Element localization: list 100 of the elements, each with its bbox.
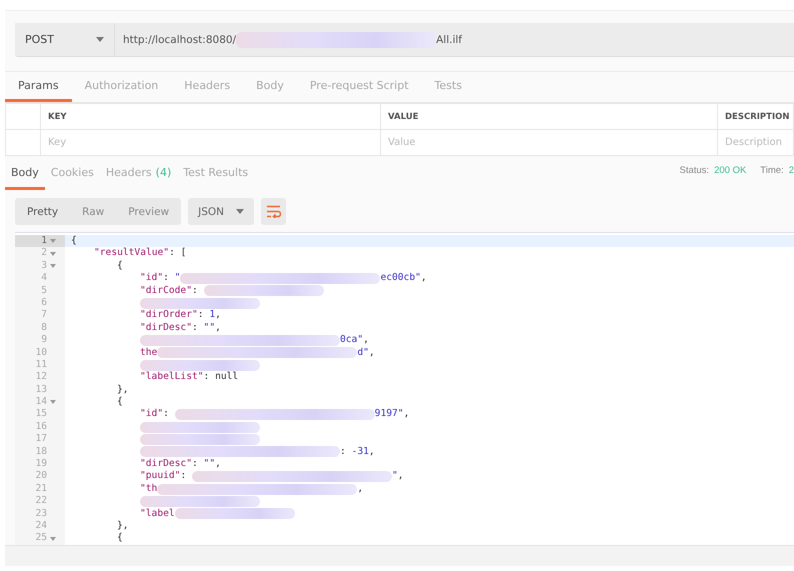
code-text: : [180, 470, 188, 483]
line-number: 14 [35, 396, 47, 408]
line-number: 25 [35, 532, 47, 545]
code-text: " [174, 272, 180, 285]
time-label: Time: [760, 165, 784, 176]
line-number: 20 [35, 470, 47, 483]
code-text: "" [204, 458, 216, 470]
tab[interactable]: Cookies [44, 157, 100, 190]
wrap-lines-button[interactable] [261, 198, 286, 225]
code-text: the [140, 346, 158, 359]
input-field[interactable]: Description [718, 130, 794, 156]
tab[interactable]: Authorization [72, 72, 172, 102]
wrap-lines-icon [266, 205, 282, 218]
code-text: "labelList" [140, 371, 204, 384]
code-text: : [192, 284, 199, 297]
code-text: : [ [169, 247, 186, 260]
code-text: "id" [140, 408, 164, 421]
code-text: : null [204, 371, 238, 384]
code-text: { [117, 260, 123, 272]
column-header: DESCRIPTION [718, 104, 794, 130]
code-text: , [215, 458, 221, 470]
line-number: 8 [41, 322, 47, 334]
code-text: : [340, 446, 347, 458]
status-value: 200 OK [714, 165, 746, 176]
code-text: 9197" [374, 408, 404, 421]
line-number: 6 [41, 296, 47, 310]
url-field[interactable]: http://localhost:8080/ All.ilf [115, 23, 794, 56]
tab[interactable]: Pre-request Script [296, 72, 422, 102]
line-number: 1 [41, 235, 47, 248]
line-number: 21 [35, 482, 47, 496]
code-text: d" [357, 346, 369, 359]
column-header: KEY [40, 104, 380, 130]
code-text: , [420, 272, 427, 285]
code-text: , [404, 408, 410, 421]
code-text: ec00cb" [380, 272, 421, 285]
input-field[interactable]: Key [40, 130, 380, 156]
line-number: 12 [35, 371, 47, 384]
tab[interactable]: Test Results [177, 157, 254, 190]
code-text: , [398, 470, 404, 483]
code-text: "dirOrder" [140, 309, 198, 322]
line-number: 17 [35, 433, 47, 446]
code-text: : [192, 322, 199, 334]
code-text: , [215, 322, 221, 334]
tab[interactable]: Body [5, 157, 45, 190]
code-text: , [363, 334, 369, 347]
fold-caret-icon[interactable] [50, 536, 56, 541]
status-label: Status: [680, 165, 710, 176]
fold-caret-icon[interactable] [50, 239, 56, 244]
line-number: 5 [41, 284, 47, 297]
line-number: 10 [35, 346, 47, 359]
code-text: 1 [209, 309, 216, 322]
input-field[interactable]: Value [380, 130, 718, 156]
code-text: "" [204, 322, 216, 334]
code-text: , [357, 482, 364, 496]
code-text: : [163, 272, 170, 285]
code-text: { [117, 532, 123, 545]
code-text: " [392, 470, 398, 483]
line-number: 15 [35, 408, 47, 421]
view-mode-tab[interactable]: Preview [116, 198, 182, 225]
code-text: "th [140, 482, 158, 496]
code-text: , [368, 346, 375, 359]
caret-icon [236, 209, 244, 214]
line-number: 3 [41, 260, 47, 272]
code-text: "id" [140, 272, 164, 285]
line-number: 16 [35, 420, 47, 434]
code-text: "dirDesc" [140, 322, 192, 334]
view-mode-tab[interactable]: Raw [70, 198, 116, 225]
time-value: 2 [788, 165, 794, 176]
code-text: : [198, 309, 205, 322]
line-number: 23 [35, 508, 47, 520]
line-number: 13 [35, 384, 47, 396]
code-text: : [163, 408, 170, 421]
tab[interactable]: Body [243, 72, 297, 102]
line-number: 22 [35, 495, 47, 508]
format-dropdown[interactable]: JSON [188, 198, 254, 225]
code-text: }, [117, 384, 129, 396]
tab[interactable]: Headers [171, 72, 244, 102]
fold-caret-icon[interactable] [50, 400, 56, 404]
line-number: 24 [35, 520, 47, 532]
line-number: 11 [35, 358, 47, 372]
line-number: 4 [41, 272, 47, 285]
code-text: "puuid" [140, 470, 180, 483]
line-number: 18 [35, 446, 47, 458]
code-text: "label [140, 508, 175, 520]
method-dropdown[interactable]: POST [15, 23, 115, 56]
tab[interactable]: Tests [422, 72, 475, 102]
code-text: "dirDesc" [140, 458, 192, 470]
code-text: 0ca" [340, 334, 364, 347]
column-header: VALUE [380, 104, 718, 130]
code-text: "dirCode" [140, 284, 192, 297]
tab[interactable]: Headers (4) [100, 157, 178, 190]
view-mode-tab[interactable]: Pretty [15, 198, 70, 225]
fold-caret-icon[interactable] [50, 252, 56, 256]
line-number: 7 [41, 309, 47, 322]
line-number: 19 [35, 458, 47, 470]
line-number: 2 [41, 247, 47, 260]
fold-caret-icon[interactable] [50, 264, 56, 268]
code-text: }, [117, 520, 129, 532]
code-text: , [215, 309, 221, 322]
code-text: : [192, 458, 199, 470]
